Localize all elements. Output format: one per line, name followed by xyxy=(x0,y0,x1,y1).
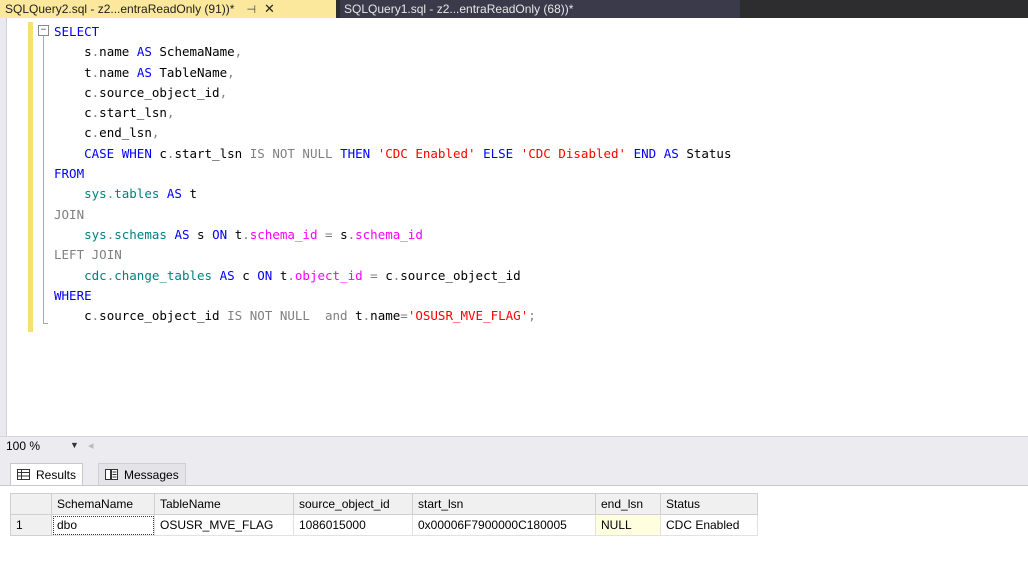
grid-cell[interactable]: OSUSR_MVE_FLAG xyxy=(154,514,294,536)
code-line[interactable]: WHERE xyxy=(54,286,731,306)
code-line[interactable]: sys.schemas AS s ON t.schema_id = s.sche… xyxy=(54,225,731,245)
code-area[interactable]: SELECT s.name AS SchemaName, t.name AS T… xyxy=(54,22,731,326)
zoom-level[interactable]: 100 % xyxy=(6,439,40,453)
grid-cell-null[interactable]: NULL xyxy=(595,514,661,536)
query-editor[interactable]: − SELECT s.name AS SchemaName, t.name AS… xyxy=(0,18,1028,436)
grid-header-row: SchemaName TableName source_object_id st… xyxy=(10,493,758,515)
outline-guide xyxy=(43,35,44,324)
scroll-left-icon[interactable]: ◂ xyxy=(88,439,94,452)
tab-sqlquery2-label: SQLQuery2.sql - z2...entraReadOnly (91))… xyxy=(5,2,235,16)
tab-results[interactable]: Results xyxy=(10,463,84,485)
column-header[interactable]: source_object_id xyxy=(293,493,413,515)
grid-cell[interactable]: CDC Enabled xyxy=(660,514,758,536)
editor-gutter xyxy=(0,18,7,436)
code-line[interactable]: cdc.change_tables AS c ON t.object_id = … xyxy=(54,266,731,286)
code-line[interactable]: c.source_object_id IS NOT NULL and t.nam… xyxy=(54,306,731,326)
tab-messages[interactable]: Messages xyxy=(98,463,186,485)
tab-results-label: Results xyxy=(36,467,77,482)
code-line[interactable]: c.end_lsn, xyxy=(54,123,731,143)
column-header[interactable]: TableName xyxy=(154,493,294,515)
code-line[interactable]: sys.tables AS t xyxy=(54,184,731,204)
code-line[interactable]: SELECT xyxy=(54,22,731,42)
grid-cell[interactable]: 0x00006F7900000C180005 xyxy=(412,514,596,536)
column-header[interactable]: Status xyxy=(660,493,758,515)
column-header[interactable]: end_lsn xyxy=(595,493,661,515)
tab-sqlquery2[interactable]: SQLQuery2.sql - z2...entraReadOnly (91))… xyxy=(0,0,336,18)
grid-cell[interactable]: dbo xyxy=(51,514,155,536)
grid-cell[interactable]: 1086015000 xyxy=(293,514,413,536)
code-line[interactable]: CASE WHEN c.start_lsn IS NOT NULL THEN '… xyxy=(54,144,731,164)
column-header[interactable]: start_lsn xyxy=(412,493,596,515)
tab-sqlquery1[interactable]: SQLQuery1.sql - z2...entraReadOnly (68))… xyxy=(340,0,740,18)
grid-icon xyxy=(17,469,30,480)
code-line[interactable]: t.name AS TableName, xyxy=(54,63,731,83)
code-line[interactable]: FROM xyxy=(54,164,731,184)
column-header[interactable]: SchemaName xyxy=(51,493,155,515)
results-tab-bar: Results Messages xyxy=(0,457,1028,485)
change-tracking-bar xyxy=(28,22,33,332)
outline-guide-end xyxy=(43,323,48,324)
row-number[interactable]: 1 xyxy=(10,514,52,536)
code-line[interactable]: s.name AS SchemaName, xyxy=(54,42,731,62)
pin-icon[interactable]: ⊣ xyxy=(246,3,256,16)
code-line[interactable]: LEFT JOIN xyxy=(54,245,731,265)
zoom-dropdown-icon[interactable]: ▼ xyxy=(70,440,79,450)
zoom-bar: 100 % ▼ ◂ xyxy=(0,436,1028,457)
code-line[interactable]: c.start_lsn, xyxy=(54,103,731,123)
tab-sqlquery1-label: SQLQuery1.sql - z2...entraReadOnly (68))… xyxy=(344,2,574,16)
code-line[interactable]: c.source_object_id, xyxy=(54,83,731,103)
messages-icon xyxy=(105,469,118,480)
document-tab-bar: SQLQuery2.sql - z2...entraReadOnly (91))… xyxy=(0,0,1028,18)
results-grid[interactable]: SchemaName TableName source_object_id st… xyxy=(10,493,758,536)
tab-messages-label: Messages xyxy=(124,467,179,482)
close-icon[interactable]: ✕ xyxy=(264,1,275,17)
table-row[interactable]: 1 dbo OSUSR_MVE_FLAG 1086015000 0x00006F… xyxy=(10,514,758,536)
results-grid-area: SchemaName TableName source_object_id st… xyxy=(0,485,1028,587)
code-line[interactable]: JOIN xyxy=(54,205,731,225)
grid-corner[interactable] xyxy=(10,493,52,515)
